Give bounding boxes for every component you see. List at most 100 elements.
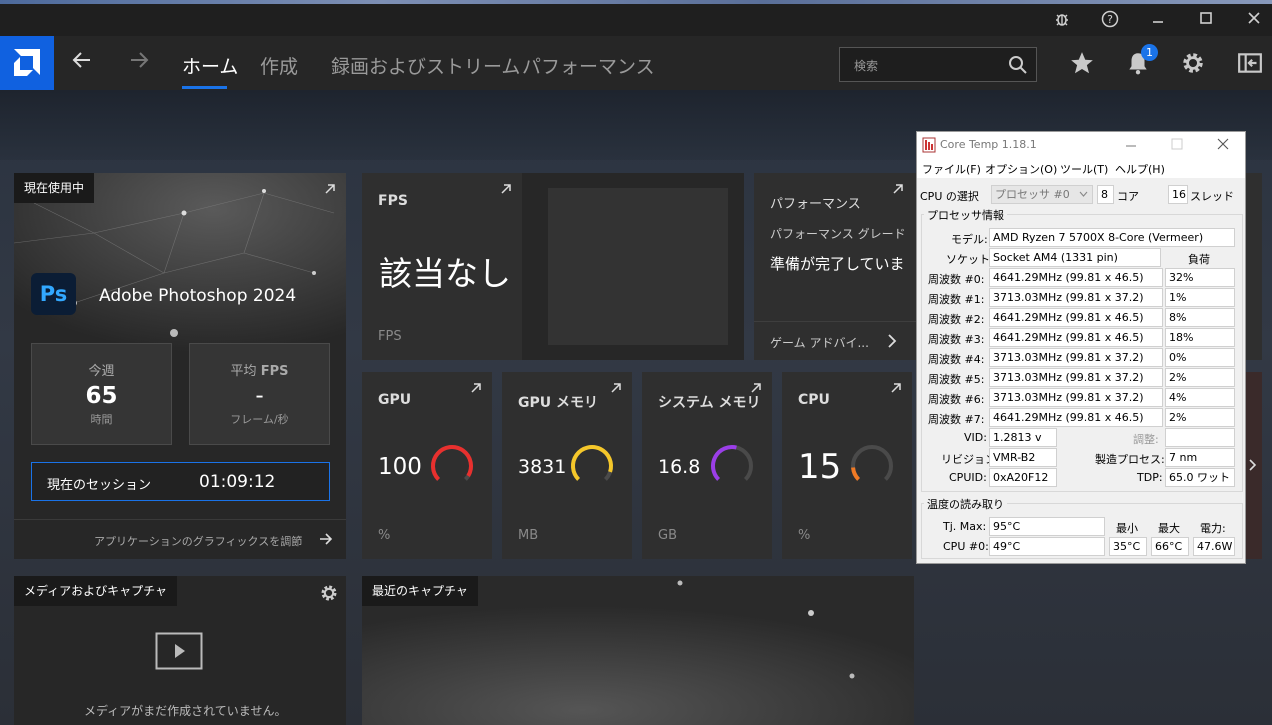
maximize-icon[interactable] xyxy=(1171,138,1183,150)
menu-tools[interactable]: ツール(T) xyxy=(1060,161,1108,177)
process-value: 7 nm xyxy=(1165,448,1235,467)
tab-home[interactable]: ホーム xyxy=(182,52,238,79)
metric-title: システム メモリ xyxy=(658,395,761,411)
metric-title: GPU xyxy=(378,392,412,408)
sidebar-toggle-icon[interactable] xyxy=(1237,50,1265,78)
cpu-select-dropdown[interactable]: プロセッサ #0 xyxy=(991,185,1093,204)
menu-options[interactable]: オプション(O) xyxy=(985,161,1057,177)
cores-value: 8 xyxy=(1097,185,1114,204)
freq-load: 1% xyxy=(1165,288,1235,307)
freq-value: 4641.29MHz (99.81 x 46.5) xyxy=(989,328,1163,347)
perf-card-title: パフォーマンス xyxy=(770,197,861,212)
metric-gauge xyxy=(711,445,753,481)
help-icon[interactable]: ? xyxy=(1099,10,1121,30)
gear-icon[interactable] xyxy=(1180,50,1208,78)
game-advisor-link[interactable]: ゲーム アドバイ... xyxy=(770,334,869,351)
freq-value: 4641.29MHz (99.81 x 46.5) xyxy=(989,408,1163,427)
expand-arrow-icon[interactable] xyxy=(890,382,902,394)
max-label: 最大 xyxy=(1158,522,1180,535)
cpu-select-label: CPU の選択 xyxy=(920,190,979,203)
socket-label: ソケット: xyxy=(946,253,994,266)
cpu-select-value: プロセッサ #0 xyxy=(995,188,1070,201)
metric-card-gpu-memory[interactable]: GPU メモリ 3831 MB xyxy=(502,372,632,559)
min-label: 最小 xyxy=(1116,522,1138,535)
power-label: 電力: xyxy=(1200,522,1226,535)
coretemp-window: Core Temp 1.18.1 ファイル(F) オプション(O) ツール(T)… xyxy=(916,131,1246,564)
tab-performance[interactable]: パフォーマンス xyxy=(522,52,655,79)
freq-label: 周波数 #3: xyxy=(928,333,985,346)
adjust-graphics-link[interactable]: アプリケーションのグラフィックスを調節 xyxy=(14,520,346,559)
freq-value: 3713.03MHz (99.81 x 37.2) xyxy=(989,368,1163,387)
metric-card-gpu[interactable]: GPU 100% xyxy=(362,372,492,559)
forward-arrow-icon[interactable] xyxy=(127,48,151,79)
photoshop-icon: Ps xyxy=(31,273,76,315)
fps-value: - xyxy=(255,383,264,409)
expand-arrow-icon[interactable] xyxy=(324,183,336,195)
temperature-label: 温度の読み取り xyxy=(924,496,1007,512)
freq-label: 周波数 #0: xyxy=(928,273,985,286)
metric-value: 100 xyxy=(378,454,422,480)
freq-value: 4641.29MHz (99.81 x 46.5) xyxy=(989,308,1163,327)
metric-title: GPU メモリ xyxy=(518,395,598,411)
search-input[interactable]: 検索 xyxy=(839,47,1037,82)
video-play-icon xyxy=(155,632,203,670)
freq-load: 8% xyxy=(1165,308,1235,327)
week-value: 65 xyxy=(85,383,118,409)
tjmax-value: 95°C xyxy=(989,517,1105,536)
freq-load: 32% xyxy=(1165,268,1235,287)
perf-grade-value: 準備が完了していま xyxy=(770,255,905,273)
tab-record-stream[interactable]: 録画およびストリーム xyxy=(331,52,520,79)
search-icon[interactable] xyxy=(1008,55,1028,75)
fps-card-value: 該当なし xyxy=(379,254,511,293)
threads-label: スレッド xyxy=(1190,190,1234,203)
chevron-right-icon[interactable] xyxy=(1248,458,1258,472)
gauge-fill xyxy=(711,445,737,481)
media-empty-text: メディアがまだ作成されていません。 xyxy=(84,704,287,718)
metric-card-cpu[interactable]: CPU 15% xyxy=(782,372,912,559)
gauge-fill xyxy=(851,467,861,481)
vid-label: VID: xyxy=(964,431,987,444)
metric-gauge xyxy=(851,445,893,481)
fps-card-unit: FPS xyxy=(378,329,402,344)
gear-icon[interactable] xyxy=(319,583,339,603)
fps-card-title: FPS xyxy=(378,193,408,209)
menu-file[interactable]: ファイル(F) xyxy=(922,161,981,177)
adjust-value xyxy=(1165,428,1235,447)
chevron-down-icon xyxy=(1079,191,1088,197)
expand-arrow-icon[interactable] xyxy=(892,183,904,195)
adjust-label: 調整: xyxy=(1133,433,1159,446)
menu-help[interactable]: ヘルプ(H) xyxy=(1115,161,1165,177)
metric-card-system-memory[interactable]: システム メモリ 16.8 GB xyxy=(642,372,772,559)
adjust-graphics-label: アプリケーションのグラフィックスを調節 xyxy=(94,535,303,548)
fps-card[interactable]: FPS 該当なし FPS xyxy=(362,173,744,360)
cpu0-temp: 49°C xyxy=(989,537,1105,556)
metric-value: 16.8 xyxy=(658,456,701,478)
back-arrow-icon[interactable] xyxy=(70,48,94,79)
amd-logo[interactable] xyxy=(0,36,54,90)
expand-arrow-icon[interactable] xyxy=(750,382,762,394)
expand-arrow-icon[interactable] xyxy=(500,183,512,195)
performance-card[interactable]: パフォーマンス パフォーマンス グレード 準備が完了していま ゲーム アドバイ.… xyxy=(754,173,917,360)
gauge-track xyxy=(851,445,893,481)
freq-load: 18% xyxy=(1165,328,1235,347)
minimize-icon[interactable] xyxy=(1147,10,1169,30)
revision-value: VMR-B2 xyxy=(989,448,1057,467)
star-icon[interactable] xyxy=(1069,50,1097,78)
metric-unit: % xyxy=(798,528,811,543)
recent-captures-tag: 最近のキャプチャ xyxy=(362,576,478,606)
bug-icon[interactable] xyxy=(1051,10,1073,30)
tjmax-label: Tj. Max: xyxy=(943,520,987,533)
close-icon[interactable] xyxy=(1217,138,1229,150)
expand-arrow-icon[interactable] xyxy=(470,382,482,394)
freq-label: 周波数 #4: xyxy=(928,353,985,366)
coretemp-menubar: ファイル(F) オプション(O) ツール(T) ヘルプ(H) xyxy=(917,158,1245,178)
close-icon[interactable] xyxy=(1243,10,1265,30)
tab-create[interactable]: 作成 xyxy=(260,52,298,79)
notification-badge: 1 xyxy=(1141,44,1158,61)
freq-value: 3713.03MHz (99.81 x 37.2) xyxy=(989,288,1163,307)
chevron-right-icon[interactable] xyxy=(886,333,898,349)
search-placeholder: 検索 xyxy=(854,59,879,73)
maximize-icon[interactable] xyxy=(1195,10,1217,30)
expand-arrow-icon[interactable] xyxy=(610,382,622,394)
minimize-icon[interactable] xyxy=(1125,140,1137,152)
